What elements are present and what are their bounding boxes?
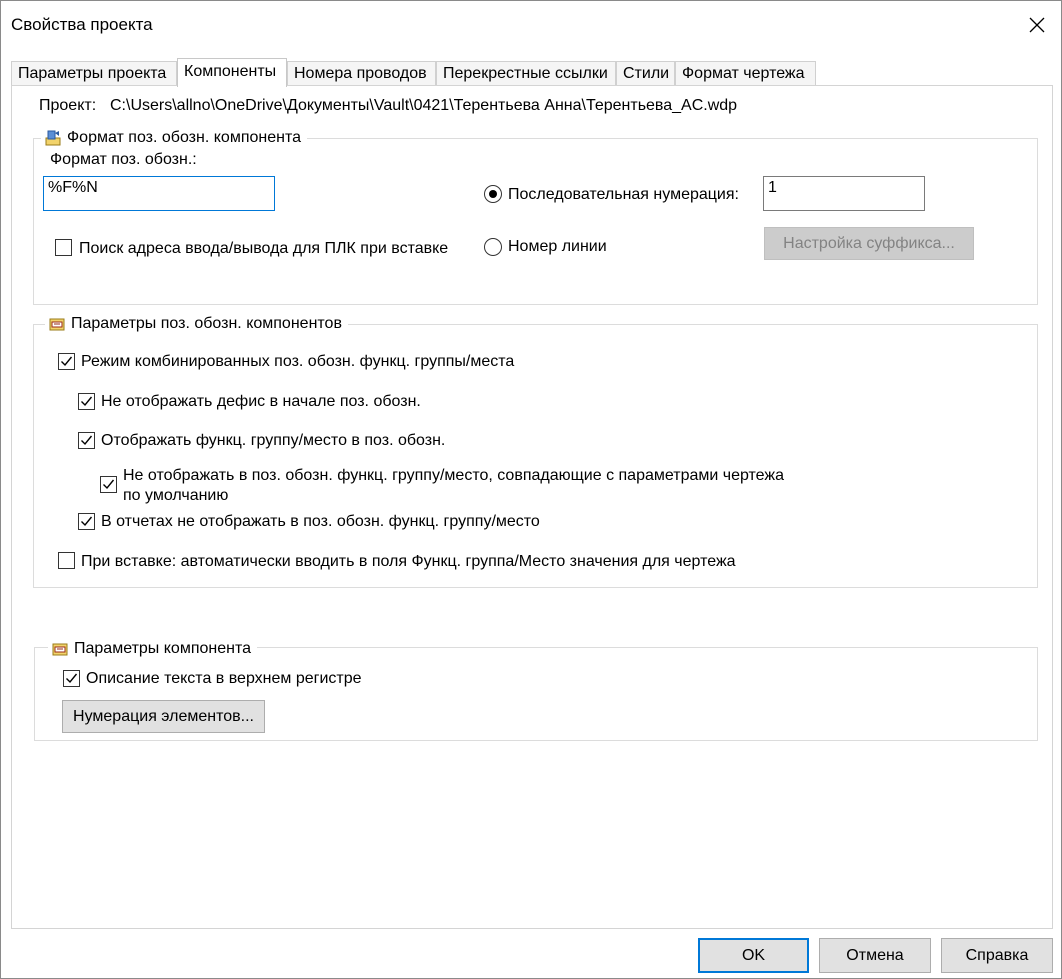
checkmark-icon <box>61 356 73 367</box>
item-numbering-button[interactable]: Нумерация элементов... <box>62 700 265 733</box>
tab-styles[interactable]: Стили <box>616 61 675 85</box>
component-options-legend: Параметры компонента <box>48 639 257 659</box>
sequential-start-value: 1 <box>768 179 777 196</box>
tab-label: Номера проводов <box>294 65 427 82</box>
tag-options-title: Параметры поз. обозн. компонентов <box>71 315 342 332</box>
uppercase-checkbox[interactable] <box>63 670 80 687</box>
sequential-start-input[interactable]: 1 <box>763 176 925 211</box>
tab-components[interactable]: Компоненты <box>177 58 287 87</box>
hide-default-label-line1: Не отображать в поз. обозн. функц. групп… <box>123 467 784 484</box>
tab-label: Параметры проекта <box>18 65 167 82</box>
line-number-radio[interactable] <box>484 238 502 256</box>
project-label: Проект: <box>39 97 97 114</box>
tag-format-legend: Формат поз. обозн. компонента <box>41 128 307 148</box>
radio-selected-dot <box>489 190 497 198</box>
ok-button[interactable]: OK <box>698 938 809 973</box>
show-group-checkbox[interactable] <box>78 432 95 449</box>
no-hyphen-checkbox[interactable] <box>78 393 95 410</box>
help-button[interactable]: Справка <box>941 938 1053 973</box>
reports-label: В отчетах не отображать в поз. обозн. фу… <box>101 513 540 530</box>
uppercase-label: Описание текста в верхнем регистре <box>86 670 362 687</box>
tab-wire-numbers[interactable]: Номера проводов <box>287 61 436 85</box>
tab-project-settings[interactable]: Параметры проекта <box>11 61 177 85</box>
cancel-button[interactable]: Отмена <box>819 938 931 973</box>
component-options-icon <box>49 318 65 331</box>
suffix-setup-label: Настройка суффикса... <box>783 234 955 252</box>
checkmark-icon <box>66 673 78 684</box>
reports-checkbox[interactable] <box>78 513 95 530</box>
tag-options-legend: Параметры поз. обозн. компонентов <box>45 314 348 334</box>
hide-default-label-line2: по умолчанию <box>123 487 229 504</box>
help-label: Справка <box>965 946 1029 964</box>
tag-format-title: Формат поз. обозн. компонента <box>67 129 301 146</box>
tab-label: Компоненты <box>184 63 277 80</box>
format-input[interactable]: %F%N <box>43 176 275 211</box>
project-properties-dialog: Свойства проекта Параметры проекта Компо… <box>0 0 1062 979</box>
format-label: Формат поз. обозн.: <box>50 151 197 168</box>
component-params-icon <box>52 643 68 656</box>
item-numbering-label: Нумерация элементов... <box>73 707 254 725</box>
tab-label: Стили <box>623 65 670 82</box>
plc-search-label: Поиск адреса ввода/вывода для ПЛК при вс… <box>79 240 449 257</box>
combined-mode-checkbox[interactable] <box>58 353 75 370</box>
checkmark-icon <box>103 479 115 490</box>
auto-fill-checkbox[interactable] <box>58 552 75 569</box>
sequential-radio[interactable] <box>484 185 502 203</box>
cancel-label: Отмена <box>846 946 904 964</box>
close-icon <box>1029 17 1045 33</box>
tab-drawing-format[interactable]: Формат чертежа <box>675 61 816 85</box>
window-title: Свойства проекта <box>11 15 153 34</box>
no-hyphen-label: Не отображать дефис в начале поз. обозн. <box>101 393 421 410</box>
tab-label: Формат чертежа <box>682 65 805 82</box>
format-value: %F%N <box>48 179 98 196</box>
checkmark-icon <box>81 516 93 527</box>
checkmark-icon <box>81 435 93 446</box>
checkmark-icon <box>81 396 93 407</box>
suffix-setup-button[interactable]: Настройка суффикса... <box>764 227 974 260</box>
plc-search-checkbox[interactable] <box>55 239 72 256</box>
hide-default-checkbox[interactable] <box>100 476 117 493</box>
component-tag-icon <box>45 130 61 146</box>
show-group-label: Отображать функц. группу/место в поз. об… <box>101 432 446 449</box>
tab-label: Перекрестные ссылки <box>443 65 608 82</box>
combined-mode-label: Режим комбинированных поз. обозн. функц.… <box>81 353 515 370</box>
close-button[interactable] <box>1019 7 1055 43</box>
tab-cross-references[interactable]: Перекрестные ссылки <box>436 61 616 85</box>
title-bar: Свойства проекта <box>1 1 1061 49</box>
line-number-label: Номер линии <box>508 238 607 255</box>
sequential-label: Последовательная нумерация: <box>508 186 739 203</box>
component-options-title: Параметры компонента <box>74 640 251 657</box>
ok-label: OK <box>741 946 766 964</box>
auto-fill-label: При вставке: автоматически вводить в пол… <box>81 553 736 570</box>
project-path: C:\Users\allno\OneDrive\Документы\Vault\… <box>110 97 738 114</box>
